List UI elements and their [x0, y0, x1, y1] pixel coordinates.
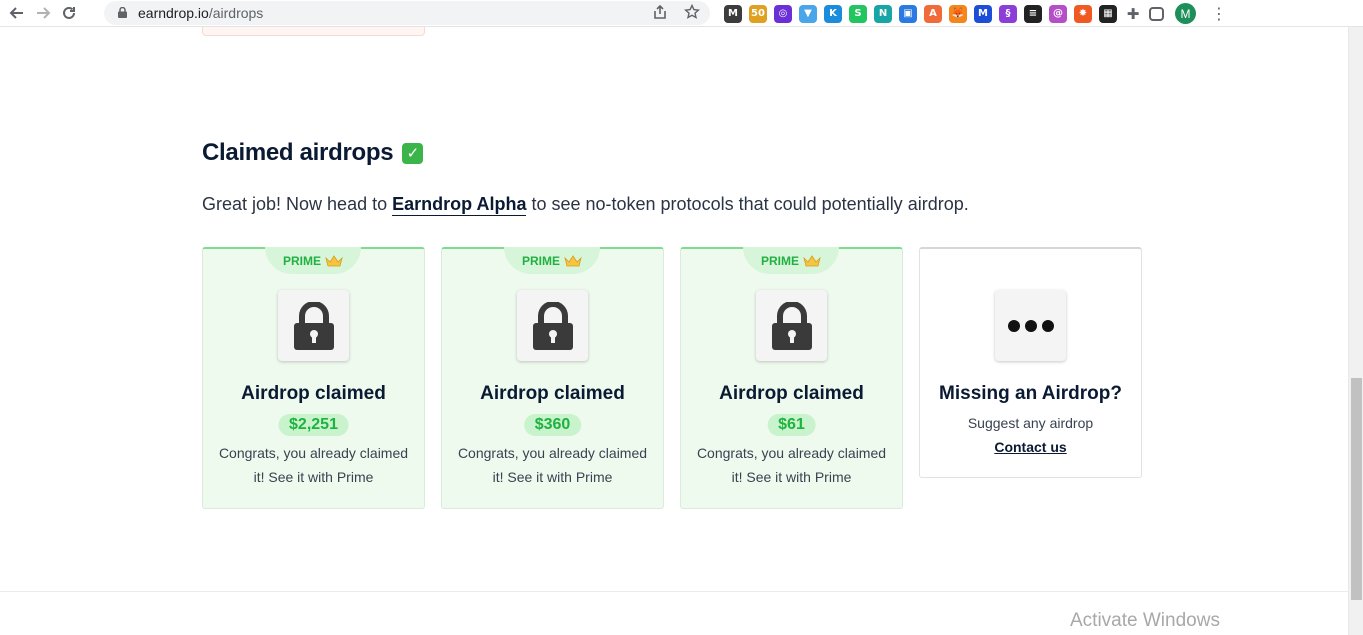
prime-badge: PRIME: [265, 247, 361, 274]
extensions-puzzle-icon[interactable]: ✚: [1124, 5, 1142, 23]
prime-badge: PRIME: [504, 247, 600, 274]
footer-divider: [0, 591, 1348, 592]
forward-arrow-icon[interactable]: [30, 1, 56, 25]
windows-activation-watermark: Activate Windows: [1070, 610, 1220, 631]
airdrop-card[interactable]: PRIME Airdrop claimed $2,251 Congrats, y…: [202, 247, 425, 509]
missing-airdrop-card[interactable]: Missing an Airdrop? Suggest any airdrop …: [919, 247, 1142, 478]
scrollbar-thumb[interactable]: [1351, 378, 1362, 600]
contact-us-link[interactable]: Contact us: [930, 435, 1131, 459]
avalanche-extension-icon[interactable]: A: [924, 4, 942, 23]
card-title: Airdrop claimed: [719, 383, 864, 404]
k-extension-icon[interactable]: K: [824, 4, 842, 23]
profile-avatar[interactable]: M: [1175, 3, 1196, 24]
s-purple-extension-icon[interactable]: §: [999, 4, 1017, 23]
card-description: Congrats, you already claimed it! See it…: [218, 445, 409, 485]
star-extension-icon[interactable]: ✸: [1074, 4, 1092, 23]
checkmark-icon: ✓: [402, 142, 424, 164]
amount-badge: $61: [767, 414, 816, 436]
browser-toolbar: earndrop.io/airdrops M 50 ◎ ▼ K S N ▣ A 🦊 M § ≡ @ ✸ ▦ ✚ M…: [0, 0, 1363, 27]
lines-extension-icon[interactable]: ≡: [1024, 4, 1042, 23]
m-extension-icon[interactable]: M: [724, 4, 742, 23]
side-panel-icon[interactable]: [1149, 6, 1164, 21]
address-bar[interactable]: earndrop.io/airdrops: [104, 1, 710, 25]
section-title: Claimed airdrops ✓: [202, 139, 424, 167]
url-text: earndrop.io/airdrops: [138, 5, 264, 21]
amount-badge: $2,251: [278, 414, 349, 436]
blue-square-extension-icon[interactable]: ▣: [899, 4, 917, 23]
secure-lock-icon: [118, 7, 127, 18]
intro-text: Great job! Now head to Earndrop Alpha to…: [202, 194, 969, 216]
crown-icon: [803, 254, 821, 266]
purple-ring-extension-icon[interactable]: ◎: [774, 4, 792, 23]
card-description: Congrats, you already claimed it! See it…: [696, 445, 887, 485]
airdrop-card[interactable]: PRIME Airdrop claimed $360 Congrats, you…: [441, 247, 664, 509]
lock-icon: [756, 290, 827, 361]
n-extension-icon[interactable]: N: [874, 4, 892, 23]
card-description: Congrats, you already claimed it! See it…: [457, 445, 648, 485]
circle-a-extension-icon[interactable]: @: [1049, 4, 1067, 23]
m-blue-extension-icon[interactable]: M: [974, 4, 992, 23]
plug-extension-icon[interactable]: ▼: [799, 4, 817, 23]
previous-card-edge: [202, 27, 425, 36]
crown-icon: [564, 254, 582, 266]
green-s-extension-icon[interactable]: S: [849, 4, 867, 23]
lock-icon: [517, 290, 588, 361]
bookmark-star-icon[interactable]: [683, 3, 701, 24]
lock-icon: [278, 290, 349, 361]
airdrop-card[interactable]: PRIME Airdrop claimed $61 Congrats, you …: [680, 247, 903, 509]
share-icon[interactable]: [652, 4, 668, 24]
extensions-bar: M 50 ◎ ▼ K S N ▣ A 🦊 M § ≡ @ ✸ ▦ ✚ M ⋮: [724, 3, 1227, 24]
browser-menu-icon[interactable]: ⋮: [1211, 4, 1227, 23]
card-title: Missing an Airdrop?: [939, 383, 1122, 404]
back-arrow-icon[interactable]: [4, 1, 30, 25]
metamask-extension-icon[interactable]: 🦊: [949, 4, 967, 23]
page-scrollbar[interactable]: [1348, 27, 1363, 635]
card-title: Airdrop claimed: [480, 383, 625, 404]
card-description: Suggest any airdrop Contact us: [930, 411, 1131, 459]
reload-icon[interactable]: [56, 1, 82, 25]
more-dots-icon: [995, 290, 1066, 361]
card-title: Airdrop claimed: [241, 383, 386, 404]
gitcoin-extension-icon[interactable]: 50: [749, 4, 767, 23]
grid-extension-icon[interactable]: ▦: [1099, 4, 1117, 23]
prime-badge: PRIME: [743, 247, 839, 274]
crown-icon: [325, 254, 343, 266]
earndrop-alpha-link[interactable]: Earndrop Alpha: [392, 194, 527, 216]
amount-badge: $360: [523, 414, 582, 436]
